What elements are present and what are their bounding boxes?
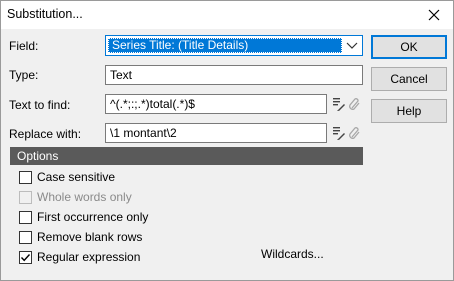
replace-input[interactable]: \1 montant\2 xyxy=(105,123,327,143)
checkbox-label: Remove blank rows xyxy=(37,230,143,244)
checkbox-box[interactable] xyxy=(19,170,32,184)
checkbox-box[interactable] xyxy=(19,230,32,244)
checkbox-box[interactable] xyxy=(19,250,32,264)
checkbox-box xyxy=(19,190,32,204)
edit-pencil-icon[interactable] xyxy=(332,96,346,112)
checkbox-label: Whole words only xyxy=(37,190,132,204)
close-icon xyxy=(428,9,440,21)
checkbox-box[interactable] xyxy=(19,210,32,224)
regular-expression-checkbox[interactable]: Regular expression xyxy=(19,249,140,265)
first-occurrence-checkbox[interactable]: First occurrence only xyxy=(19,209,148,225)
title-bar: Substitution... xyxy=(1,1,453,29)
find-input[interactable]: ^(.*;:;.*)total(.*)$ xyxy=(105,94,327,114)
dialog-title: Substitution... xyxy=(7,7,83,21)
field-dropdown[interactable]: Series Title: (Title Details) xyxy=(105,35,363,56)
wildcards-link[interactable]: Wildcards... xyxy=(261,247,324,261)
checkbox-label: Regular expression xyxy=(37,250,141,264)
paperclip-icon[interactable] xyxy=(348,125,362,141)
paperclip-icon[interactable] xyxy=(348,96,362,112)
type-field[interactable]: Text xyxy=(105,65,363,85)
replace-label: Replace with: xyxy=(9,127,82,141)
checkmark-icon xyxy=(20,253,31,261)
chevron-down-icon[interactable] xyxy=(344,38,360,53)
options-header: Options xyxy=(10,147,363,165)
find-label: Text to find: xyxy=(9,98,71,112)
edit-pencil-icon[interactable] xyxy=(332,125,346,141)
checkbox-label: First occurrence only xyxy=(37,210,149,224)
substitution-dialog: Substitution... Field: Series Title: (Ti… xyxy=(0,0,454,281)
close-button[interactable] xyxy=(417,1,451,29)
field-label: Field: xyxy=(9,39,39,53)
whole-words-checkbox: Whole words only xyxy=(19,189,132,205)
checkbox-label: Case sensitive xyxy=(37,170,116,184)
remove-blank-rows-checkbox[interactable]: Remove blank rows xyxy=(19,229,142,245)
field-dropdown-value: Series Title: (Title Details) xyxy=(108,38,342,53)
ok-button[interactable]: OK xyxy=(371,35,447,59)
help-button[interactable]: Help xyxy=(371,99,447,123)
case-sensitive-checkbox[interactable]: Case sensitive xyxy=(19,169,115,185)
cancel-button[interactable]: Cancel xyxy=(371,67,447,91)
type-label: Type: xyxy=(9,68,39,82)
